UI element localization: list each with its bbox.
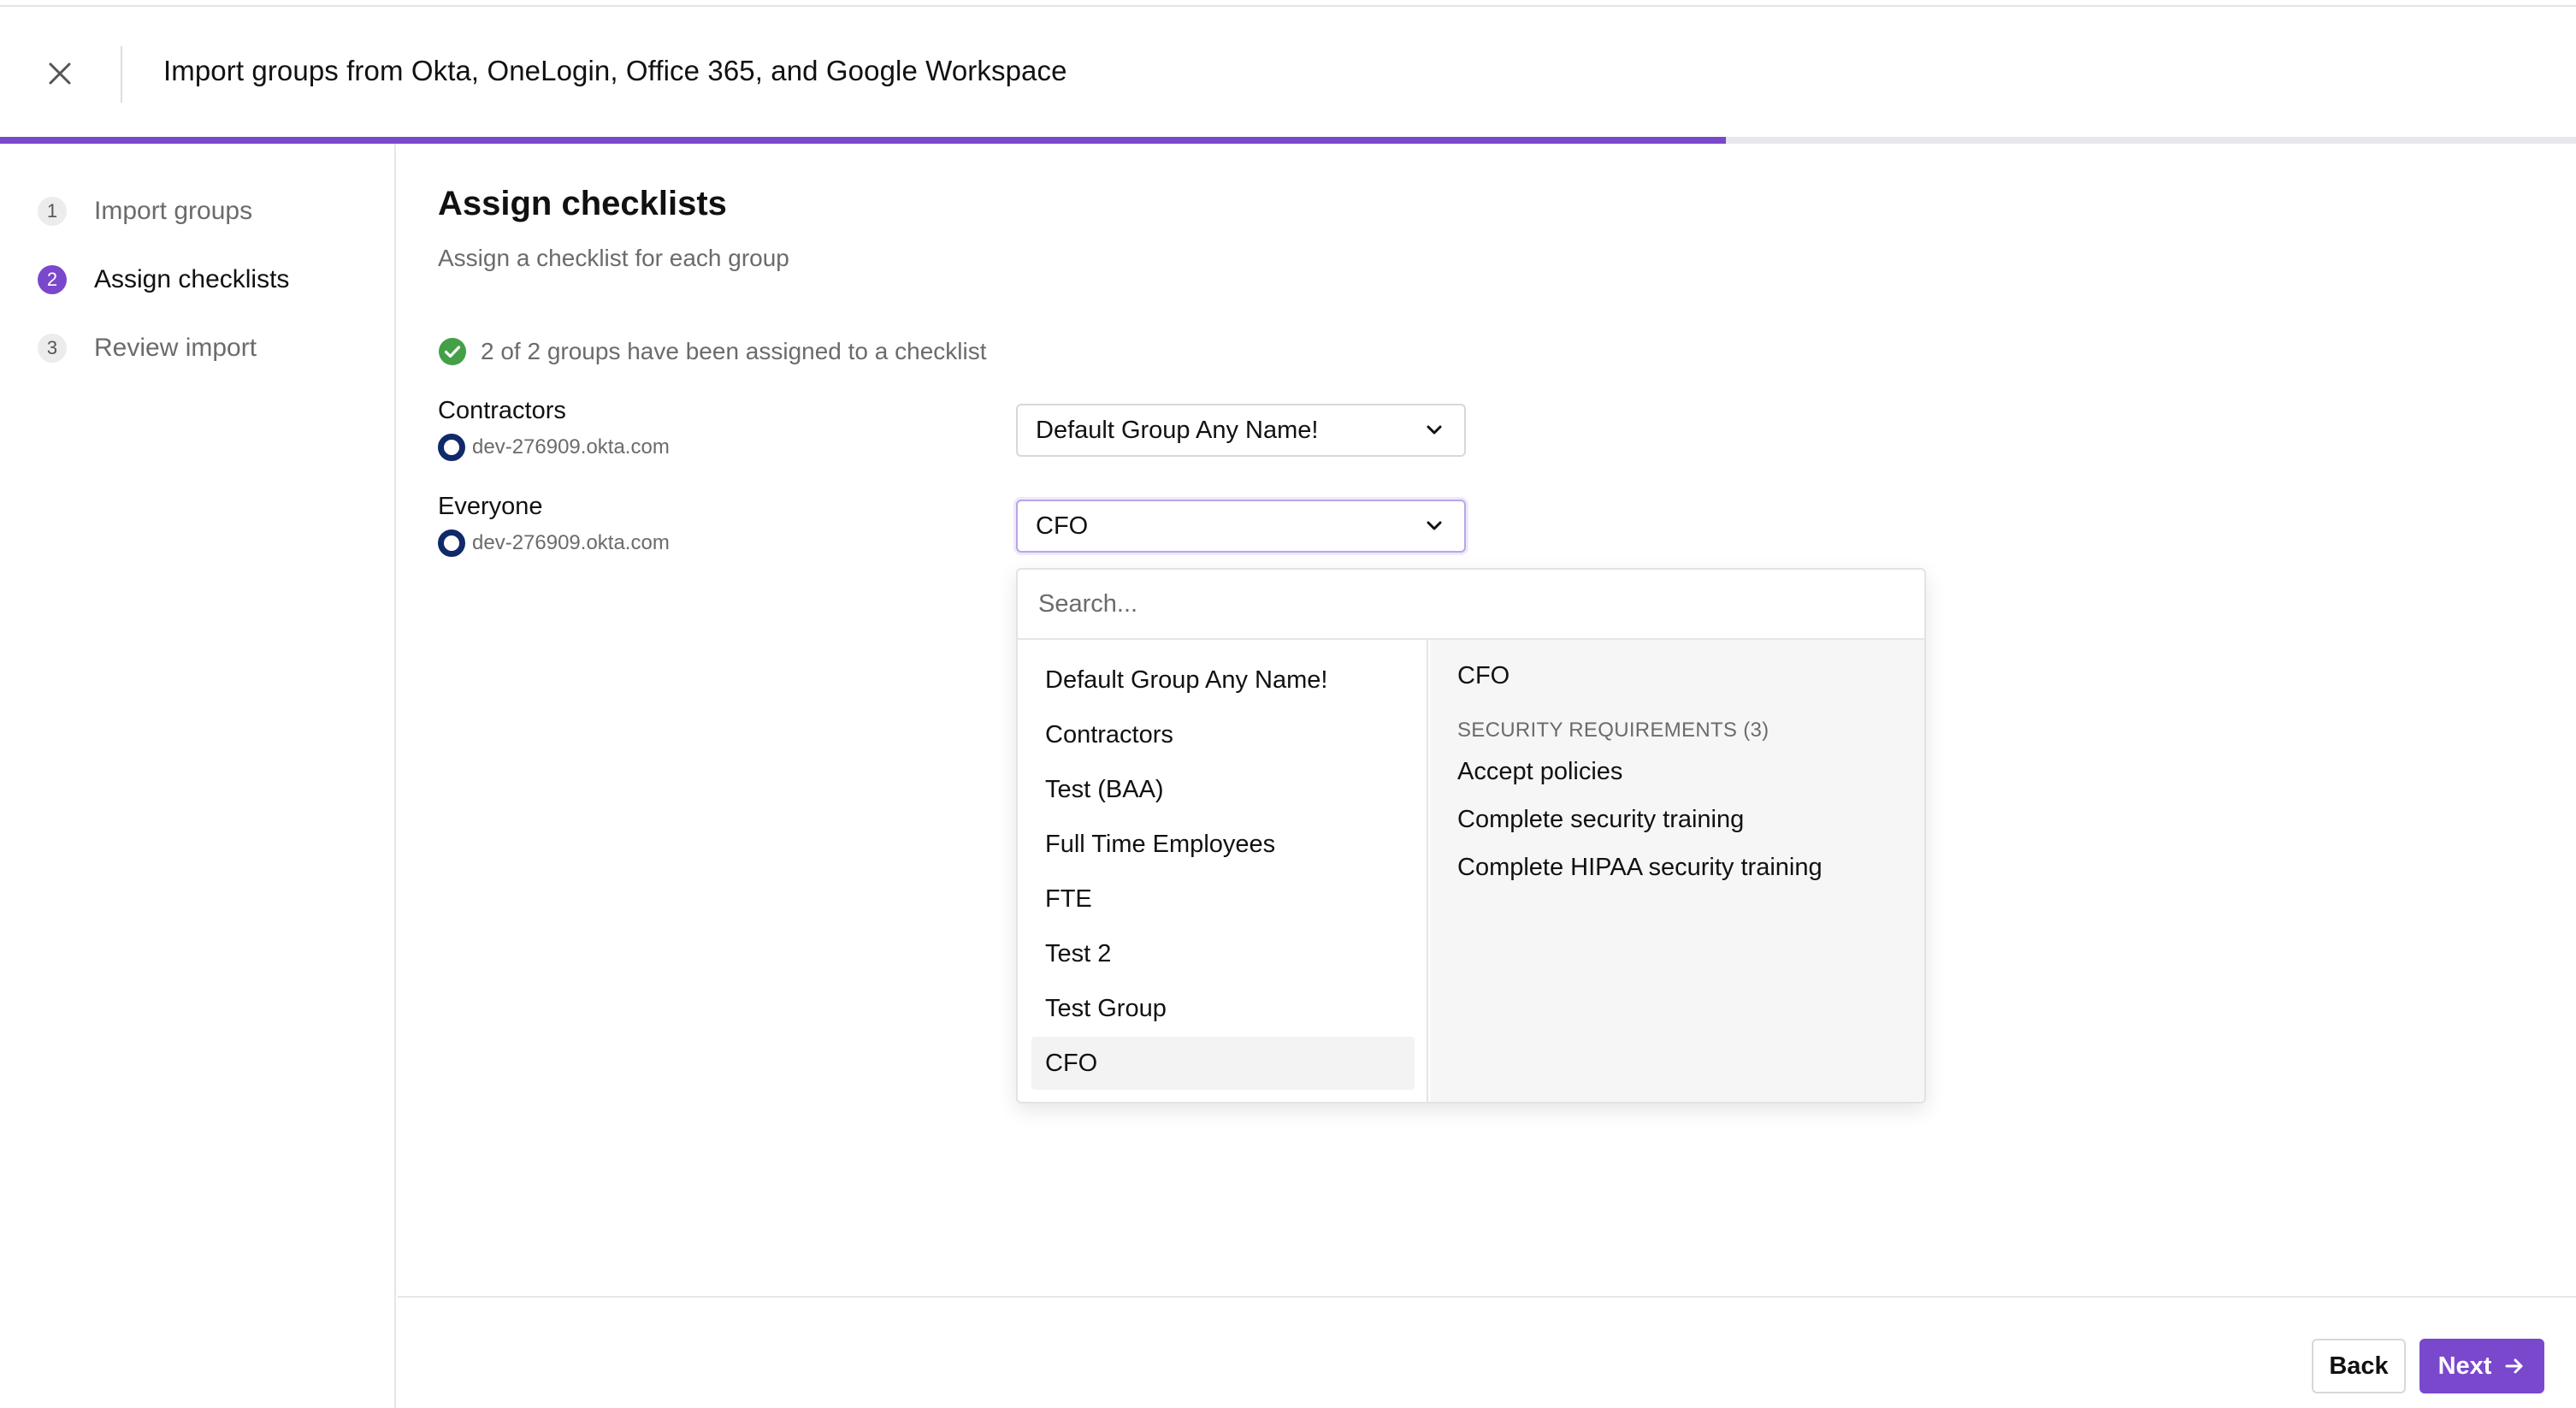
page-header-title: Import groups from Okta, OneLogin, Offic… bbox=[163, 55, 1067, 86]
requirement-item: Complete security training bbox=[1457, 806, 1745, 833]
checklist-select-everyone[interactable]: CFO bbox=[1016, 500, 1466, 553]
chevron-down-icon bbox=[1427, 425, 1442, 435]
step-number: 2 bbox=[38, 265, 67, 294]
select-value: CFO bbox=[1036, 512, 1089, 540]
option-item-selected[interactable]: CFO bbox=[1031, 1037, 1415, 1090]
select-value: Default Group Any Name! bbox=[1036, 416, 1319, 444]
check-circle-icon bbox=[439, 338, 466, 365]
preview-requirements-heading: SECURITY REQUIREMENTS (3) bbox=[1457, 719, 1770, 742]
main-content: Assign checklists Assign a checklist for… bbox=[398, 144, 2576, 1408]
step-label: Import groups bbox=[94, 197, 253, 225]
option-item[interactable]: Full Time Employees bbox=[1031, 818, 1415, 871]
group-source: dev-276909.okta.com bbox=[438, 529, 670, 557]
requirement-item: Complete HIPAA security training bbox=[1457, 854, 1823, 881]
step-import-groups[interactable]: 1 Import groups bbox=[38, 197, 252, 226]
step-number: 3 bbox=[38, 334, 67, 363]
progress-bar bbox=[0, 137, 2576, 144]
okta-icon bbox=[438, 529, 465, 557]
checklist-dropdown: Default Group Any Name! Contractors Test… bbox=[1016, 568, 1926, 1103]
option-item[interactable]: FTE bbox=[1031, 873, 1415, 926]
chevron-down-icon bbox=[1427, 521, 1442, 530]
group-domain: dev-276909.okta.com bbox=[472, 435, 670, 458]
top-border bbox=[0, 0, 2576, 7]
dropdown-search bbox=[1018, 570, 1924, 640]
step-number: 1 bbox=[38, 197, 67, 226]
preview-title: CFO bbox=[1457, 662, 1510, 689]
header-divider bbox=[121, 46, 122, 103]
status-text: 2 of 2 groups have been assigned to a ch… bbox=[481, 338, 987, 364]
option-item[interactable]: Test Group bbox=[1031, 982, 1415, 1035]
progress-bar-fill bbox=[0, 137, 1727, 144]
page-title: Assign checklists bbox=[438, 185, 727, 222]
next-button[interactable]: Next bbox=[2419, 1339, 2544, 1393]
step-label: Assign checklists bbox=[94, 265, 290, 293]
back-button-label: Back bbox=[2329, 1352, 2389, 1380]
option-item[interactable]: Contractors bbox=[1031, 708, 1415, 761]
page-subtitle: Assign a checklist for each group bbox=[438, 245, 789, 271]
okta-icon bbox=[438, 434, 465, 461]
header: Import groups from Okta, OneLogin, Offic… bbox=[0, 7, 2576, 137]
back-button[interactable]: Back bbox=[2312, 1339, 2406, 1393]
group-source: dev-276909.okta.com bbox=[438, 434, 670, 461]
group-name: Contractors bbox=[438, 397, 566, 424]
option-item[interactable]: Default Group Any Name! bbox=[1031, 654, 1415, 707]
search-input[interactable] bbox=[1018, 570, 1924, 638]
checklist-select-contractors[interactable]: Default Group Any Name! bbox=[1016, 404, 1466, 457]
checklist-preview: CFO SECURITY REQUIREMENTS (3) Accept pol… bbox=[1430, 640, 1924, 1102]
step-assign-checklists[interactable]: 2 Assign checklists bbox=[38, 265, 289, 294]
option-item[interactable]: Test 2 bbox=[1031, 927, 1415, 980]
arrow-right-icon bbox=[2505, 1358, 2523, 1374]
step-review-import[interactable]: 3 Review import bbox=[38, 334, 257, 363]
assignment-status: 2 of 2 groups have been assigned to a ch… bbox=[438, 337, 987, 366]
requirement-item: Accept policies bbox=[1457, 758, 1623, 785]
stepper-sidebar: 1 Import groups 2 Assign checklists 3 Re… bbox=[0, 144, 396, 1408]
group-name: Everyone bbox=[438, 493, 543, 520]
close-button[interactable] bbox=[41, 55, 79, 92]
step-label: Review import bbox=[94, 334, 257, 362]
close-icon bbox=[49, 62, 71, 85]
group-domain: dev-276909.okta.com bbox=[472, 531, 670, 554]
footer-divider bbox=[398, 1296, 2576, 1298]
option-item[interactable]: Test (BAA) bbox=[1031, 763, 1415, 816]
group-row-everyone: Everyone dev-276909.okta.com bbox=[438, 493, 670, 557]
checklist-options: Default Group Any Name! Contractors Test… bbox=[1018, 640, 1428, 1102]
next-button-label: Next bbox=[2437, 1352, 2492, 1380]
group-row-contractors: Contractors dev-276909.okta.com bbox=[438, 397, 670, 461]
